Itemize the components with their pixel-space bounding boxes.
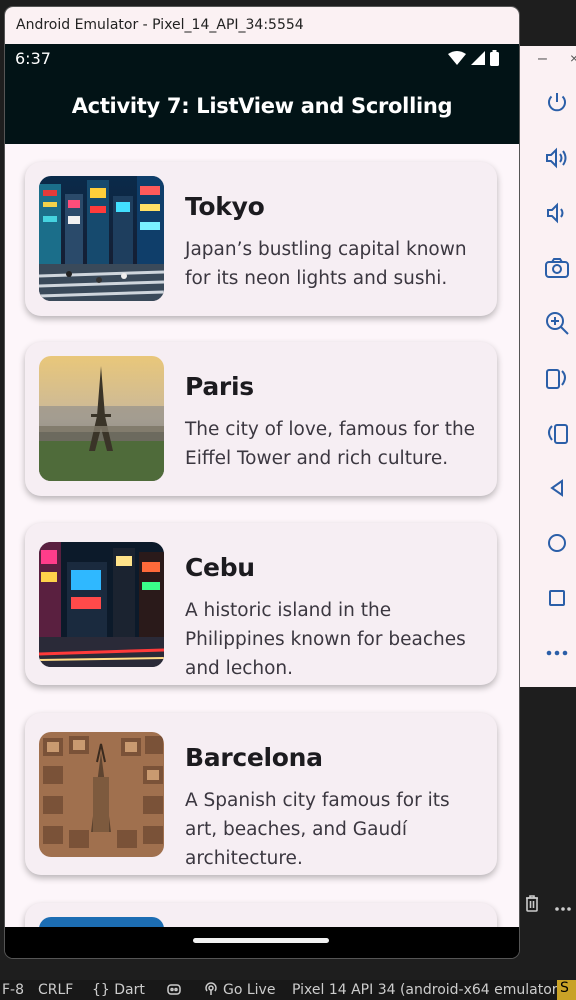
- city-description: The city of love, famous for the Eiffel …: [185, 419, 476, 469]
- status-tail[interactable]: S: [557, 980, 576, 1000]
- wifi-icon: [448, 51, 466, 65]
- list-item-cebu[interactable]: Cebu A historic island in the Philippine…: [25, 523, 497, 685]
- cebu-image: [39, 542, 164, 667]
- editor-background-trash-icon[interactable]: [524, 893, 540, 918]
- battery-icon: [490, 50, 499, 66]
- status-time: 6:37: [15, 49, 51, 68]
- line-ending-status[interactable]: CRLF: [38, 982, 73, 998]
- emulator-title-bar: Android Emulator - Pixel_14_API_34:5554: [5, 7, 519, 44]
- list-item-tokyo[interactable]: Tokyo Japan’s bustling capital known for…: [25, 162, 497, 316]
- city-name: Cebu: [185, 553, 255, 582]
- editor-more-icon[interactable]: [554, 899, 572, 917]
- emulator-window: Android Emulator - Pixel_14_API_34:5554 …: [5, 7, 519, 958]
- overview-icon[interactable]: [542, 583, 572, 613]
- power-icon[interactable]: [542, 88, 572, 118]
- city-name: Tokyo: [185, 192, 265, 221]
- camera-icon[interactable]: [542, 253, 572, 283]
- city-list[interactable]: Tokyo Japan’s bustling capital known for…: [5, 144, 519, 927]
- zoom-icon[interactable]: [542, 308, 572, 338]
- language-status[interactable]: {} Dart: [92, 982, 145, 998]
- device-status[interactable]: Pixel 14 API 34 (android-x64 emulator): [292, 982, 563, 998]
- paris-image: [39, 356, 164, 481]
- android-status-bar: 6:37: [5, 44, 519, 72]
- volume-down-icon[interactable]: [542, 198, 572, 228]
- list-item-partial[interactable]: [25, 903, 497, 927]
- list-item-paris[interactable]: Paris The city of love, famous for the E…: [25, 342, 497, 496]
- minimize-icon[interactable]: –: [538, 50, 547, 68]
- ide-status-bar: F-8 CRLF {} Dart Go Live Pixel 14 API 34…: [0, 980, 576, 1000]
- close-icon[interactable]: ×: [570, 50, 576, 66]
- emulator-title: Android Emulator - Pixel_14_API_34:5554: [16, 17, 304, 33]
- app-bar: Activity 7: ListView and Scrolling: [5, 72, 519, 144]
- partial-city-image: [39, 917, 164, 927]
- status-icons: [448, 50, 499, 66]
- city-name: Barcelona: [185, 743, 323, 772]
- gesture-handle[interactable]: [193, 938, 329, 943]
- go-live-button[interactable]: Go Live: [223, 982, 275, 998]
- more-icon[interactable]: [542, 638, 572, 668]
- android-nav-bar: [5, 927, 519, 958]
- city-description: Japan’s bustling capital known for its n…: [185, 239, 467, 289]
- barcelona-image: [39, 732, 164, 857]
- list-item-barcelona[interactable]: Barcelona A Spanish city famous for its …: [25, 713, 497, 875]
- back-icon[interactable]: [542, 473, 572, 503]
- cell-signal-icon: [471, 51, 485, 65]
- emulator-side-toolbar: – ×: [520, 46, 576, 687]
- tokyo-image: [39, 176, 164, 301]
- volume-up-icon[interactable]: [542, 143, 572, 173]
- rotate-left-icon[interactable]: [542, 363, 572, 393]
- home-icon[interactable]: [542, 528, 572, 558]
- broadcast-icon[interactable]: [204, 982, 218, 1000]
- app-bar-title: Activity 7: ListView and Scrolling: [71, 94, 453, 118]
- copilot-icon[interactable]: [166, 982, 182, 1000]
- rotate-right-icon[interactable]: [542, 418, 572, 448]
- city-description: A historic island in the Philippines kno…: [185, 600, 466, 679]
- city-description: A Spanish city famous for its art, beach…: [185, 790, 450, 869]
- city-name: Paris: [185, 372, 254, 401]
- encoding-status[interactable]: F-8: [2, 982, 24, 998]
